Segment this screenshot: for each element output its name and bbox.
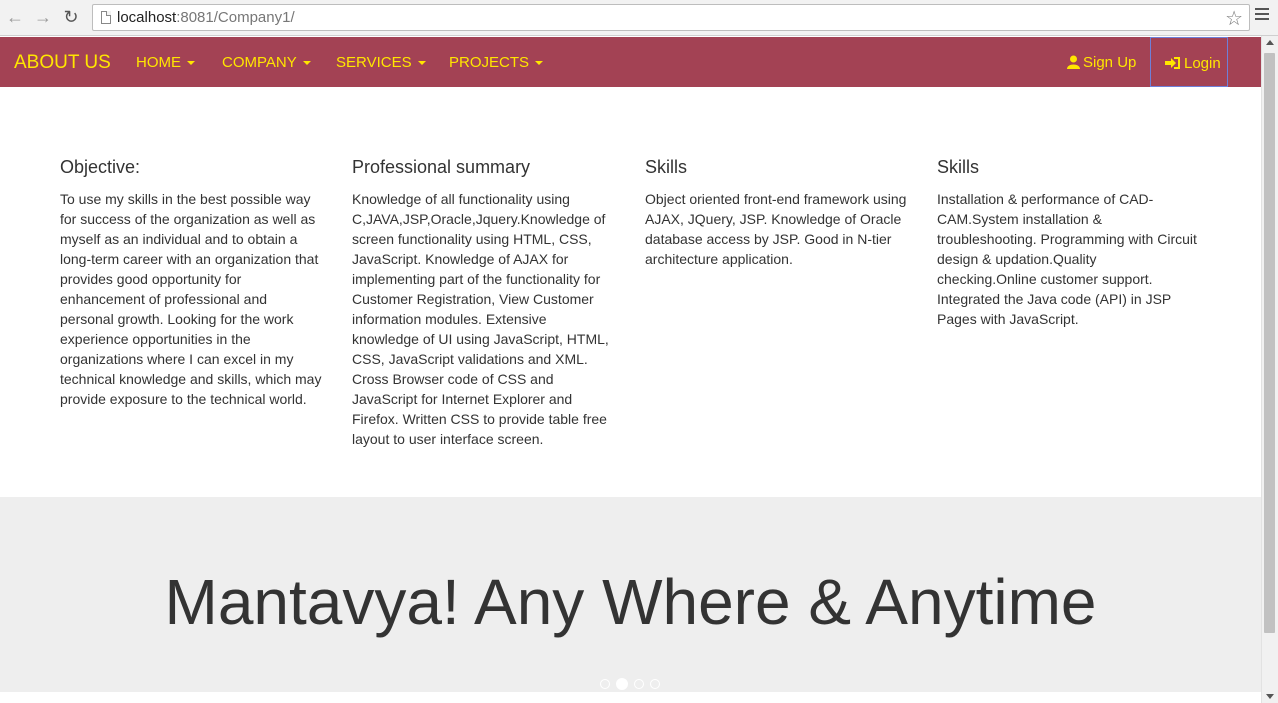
caret-down-icon <box>417 61 426 66</box>
browser-menu-icon[interactable] <box>1255 8 1269 23</box>
bookmark-star-icon[interactable]: ☆ <box>1225 6 1243 31</box>
page-icon <box>101 11 111 24</box>
scroll-up-arrow-icon[interactable] <box>1266 40 1274 45</box>
login-button[interactable]: Login <box>1150 37 1228 87</box>
nav-services[interactable]: SERVICES <box>336 54 426 71</box>
section-body: Installation & performance of CAD-CAM.Sy… <box>937 191 1197 327</box>
objective-section: Objective: To use my skills in the best … <box>60 156 322 409</box>
section-body: To use my skills in the best possible wa… <box>60 191 322 407</box>
caret-down-icon <box>302 61 311 66</box>
nav-projects[interactable]: PROJECTS <box>449 54 544 71</box>
carousel-indicator[interactable] <box>634 678 644 689</box>
section-title: Objective: <box>60 157 141 177</box>
carousel[interactable]: Mantavya! Any Where & Anytime <box>0 497 1261 692</box>
section-title: Skills <box>937 157 980 177</box>
skills-section-2: Skills Installation & performance of CAD… <box>937 156 1199 329</box>
url-text[interactable]: localhost:8081/Company1/ <box>117 9 295 26</box>
page-bottom <box>0 692 1261 703</box>
back-arrow-icon[interactable]: ← <box>4 6 26 28</box>
scroll-thumb[interactable] <box>1264 53 1275 633</box>
reload-icon[interactable]: ↻ <box>60 6 82 28</box>
carousel-indicator[interactable] <box>650 678 660 689</box>
section-body: Knowledge of all functionality using C,J… <box>352 191 609 447</box>
professional-summary-section: Professional summary Knowledge of all fu… <box>352 156 614 449</box>
signup-link[interactable]: Sign Up <box>1067 54 1136 71</box>
skills-section: Skills Object oriented front-end framewo… <box>645 156 907 269</box>
section-body: Object oriented front-end framework usin… <box>645 191 907 267</box>
nav-home[interactable]: HOME <box>136 54 195 71</box>
browser-toolbar: ← → ↻ localhost:8081/Company1/ ☆ <box>0 0 1278 36</box>
section-title: Skills <box>645 157 688 177</box>
carousel-caption: Mantavya! Any Where & Anytime <box>164 566 1097 638</box>
caret-down-icon <box>535 61 544 66</box>
nav-company[interactable]: COMPANY <box>222 54 311 71</box>
scroll-down-arrow-icon[interactable] <box>1266 694 1274 699</box>
carousel-indicator-active[interactable] <box>616 677 628 690</box>
user-icon <box>1067 55 1080 69</box>
carousel-indicators <box>600 675 666 690</box>
login-link[interactable]: Login <box>1165 55 1221 72</box>
login-icon <box>1165 57 1180 69</box>
forward-arrow-icon[interactable]: → <box>32 6 54 28</box>
page-scrollbar[interactable] <box>1261 36 1278 703</box>
carousel-indicator[interactable] <box>600 678 610 689</box>
address-bar[interactable]: localhost:8081/Company1/ ☆ <box>92 4 1250 31</box>
caret-down-icon <box>187 61 195 66</box>
navbar-brand[interactable]: ABOUT US <box>14 52 111 74</box>
site-navbar: ABOUT US HOME COMPANY SERVICES PROJECTS … <box>0 37 1261 87</box>
section-title: Professional summary <box>352 157 531 177</box>
